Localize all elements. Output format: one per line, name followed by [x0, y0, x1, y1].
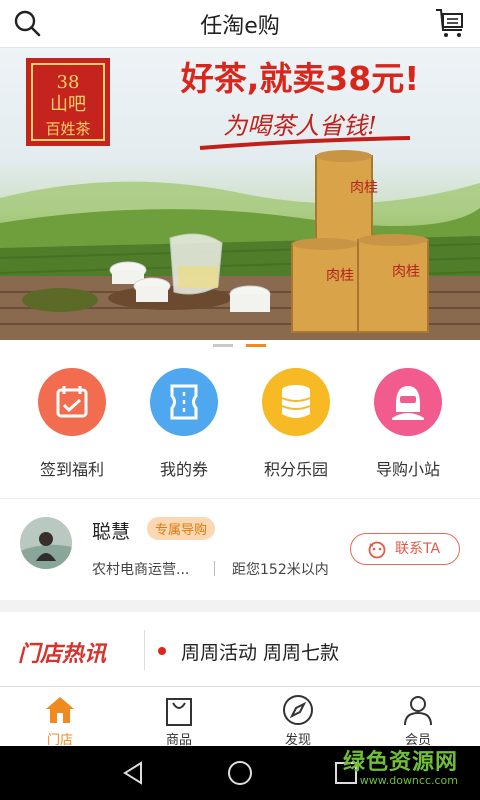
news-section-title: 门店热讯: [18, 641, 107, 667]
banner-headline: 好茶,就卖38元!: [180, 59, 420, 98]
top-bar: 任淘e购: [0, 0, 480, 48]
app-title: 任淘e购: [200, 14, 280, 39]
divider: [144, 630, 145, 670]
watermark-url: www.downcc.com: [359, 774, 458, 787]
back-icon[interactable]: [120, 759, 148, 787]
tab-discover[interactable]: 发现: [258, 691, 338, 748]
banner-artwork: 38 山吧 百姓茶 好茶,就卖38元! 为喝茶人省钱! 肉桂 肉桂 肉桂: [0, 58, 480, 340]
banner-can-label-top: 肉桂: [350, 180, 378, 196]
quick-link-label: 积分乐园: [263, 460, 328, 479]
banner-logo-number: 38: [57, 72, 80, 93]
carousel-dot[interactable]: [213, 344, 233, 347]
quick-link-coupons[interactable]: 我的券: [129, 368, 239, 480]
ticket-icon: [150, 368, 218, 436]
guide-avatar-icon: [374, 368, 442, 436]
quick-link-checkin[interactable]: 签到福利: [17, 368, 127, 480]
guide-description: 农村电商运营...: [92, 562, 190, 578]
avatar[interactable]: [20, 517, 72, 569]
banner-can-label-right: 肉桂: [392, 264, 420, 280]
compass-icon: [283, 695, 313, 725]
banner-logo-subtitle: 百姓茶: [45, 120, 90, 138]
banner-logo-text: 山吧: [50, 94, 86, 115]
divider: [214, 561, 215, 576]
tab-member[interactable]: 会员: [378, 691, 458, 748]
watermark-title: 绿色资源网: [342, 750, 458, 775]
home-icon: [46, 697, 74, 723]
shopping-bag-icon: [166, 698, 192, 726]
news-bullet: [158, 647, 166, 655]
user-icon: [404, 696, 432, 726]
cart-icon[interactable]: [434, 6, 466, 40]
guide-distance: 距您152米以内: [232, 562, 329, 578]
promo-banner[interactable]: 38 山吧 百姓茶 好茶,就卖38元! 为喝茶人省钱! 肉桂 肉桂 肉桂: [0, 48, 480, 340]
contact-button[interactable]: 联系TA: [350, 533, 460, 565]
home-nav-icon[interactable]: [226, 759, 254, 787]
watermark: 绿色资源网 www.downcc.com: [343, 744, 458, 787]
carousel-indicator: [0, 340, 480, 352]
chat-icon: [368, 541, 386, 559]
carousel-dot-active[interactable]: [246, 344, 266, 347]
calendar-icon: [38, 368, 106, 436]
news-headline[interactable]: 周周活动 周周七款: [181, 638, 339, 665]
quick-link-label: 导购小站: [375, 460, 440, 479]
coins-icon: [262, 368, 330, 436]
guide-badge: 专属导购: [147, 517, 216, 540]
guide-name: 聪慧: [92, 521, 131, 543]
banner-slogan: 为喝茶人省钱!: [223, 112, 377, 140]
quick-links: 签到福利 我的券 积分乐园 导购小站: [0, 352, 480, 498]
quick-link-guide[interactable]: 导购小站: [353, 368, 463, 480]
bottom-tab-bar: 门店 商品 发现 会员: [0, 686, 480, 748]
store-news[interactable]: 门店热讯 周周活动 周周七款: [0, 612, 480, 688]
quick-link-points[interactable]: 积分乐园: [241, 368, 351, 480]
banner-can-label-left: 肉桂: [326, 268, 354, 284]
tab-store[interactable]: 门店: [20, 691, 100, 748]
guide-card: 聪慧 专属导购 农村电商运营... 距您152米以内 联系TA: [0, 498, 480, 600]
contact-button-label: 联系TA: [395, 541, 441, 557]
tab-products[interactable]: 商品: [139, 691, 219, 748]
quick-link-label: 我的券: [159, 460, 208, 479]
quick-link-label: 签到福利: [39, 460, 104, 479]
